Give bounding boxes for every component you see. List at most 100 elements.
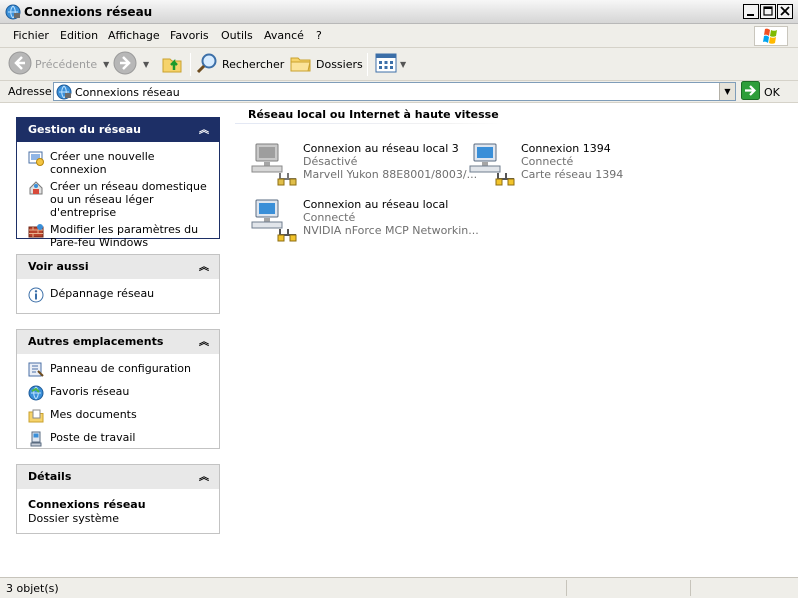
task-label: Dépannage réseau bbox=[50, 287, 155, 300]
address-bar: Adresse Connexions réseau ▼ OK bbox=[0, 81, 798, 103]
connection-device: NVIDIA nForce MCP Networkin... bbox=[303, 224, 479, 237]
menu-help[interactable]: ? bbox=[316, 29, 322, 42]
menu-favoris[interactable]: Favoris bbox=[170, 29, 209, 42]
connection-name: Connexion au réseau local 3 bbox=[303, 142, 459, 155]
views-dropdown-icon[interactable]: ▼ bbox=[400, 60, 406, 69]
task-home-network[interactable]: Créer un réseau domestique ou un réseau … bbox=[28, 180, 209, 219]
title-bar: Connexions réseau bbox=[0, 0, 798, 24]
home-network-icon bbox=[28, 180, 44, 196]
firewall-icon bbox=[28, 223, 44, 239]
lan-connected-icon bbox=[250, 196, 298, 244]
window-title: Connexions réseau bbox=[24, 5, 153, 19]
connection-status: Connecté bbox=[521, 155, 574, 168]
connection-device: Marvell Yukon 88E8001/8003/... bbox=[303, 168, 478, 181]
details-title: Détails bbox=[28, 470, 72, 483]
group-divider bbox=[235, 123, 503, 124]
up-folder-button[interactable] bbox=[160, 52, 184, 77]
network-tasks-header[interactable]: Gestion du réseau ︽ bbox=[17, 118, 219, 142]
menu-fichier[interactable]: Fichier bbox=[13, 29, 49, 42]
views-button[interactable]: ▼ bbox=[374, 52, 406, 77]
task-label: Créer un réseau domestique ou un réseau … bbox=[50, 180, 207, 219]
connection-status: Désactivé bbox=[303, 155, 358, 168]
details-item-name: Connexions réseau bbox=[28, 498, 146, 511]
forward-arrow-icon bbox=[113, 51, 137, 78]
new-connection-icon bbox=[28, 150, 44, 166]
task-label: Modifier les paramètres du Pare-feu Wind… bbox=[50, 223, 199, 249]
address-value: Connexions réseau bbox=[75, 86, 180, 99]
see-also-title: Voir aussi bbox=[28, 260, 89, 273]
place-label: Favoris réseau bbox=[50, 385, 130, 398]
place-my-computer[interactable]: Poste de travail bbox=[28, 431, 209, 447]
other-places-header[interactable]: Autres emplacements ︽ bbox=[17, 330, 219, 354]
up-folder-icon bbox=[160, 51, 184, 78]
group-title: Réseau local ou Internet à haute vitesse bbox=[248, 108, 499, 121]
search-button[interactable]: Rechercher bbox=[195, 52, 284, 77]
collapse-chevron-icon[interactable]: ︽ bbox=[197, 258, 211, 273]
info-icon bbox=[28, 287, 44, 303]
address-label: Adresse bbox=[8, 85, 52, 98]
lan-connected-icon bbox=[468, 140, 516, 188]
go-button[interactable]: OK bbox=[741, 81, 780, 103]
status-bar: 3 objet(s) bbox=[0, 577, 798, 598]
place-my-documents[interactable]: Mes documents bbox=[28, 408, 209, 424]
collapse-chevron-icon[interactable]: ︽ bbox=[197, 333, 211, 348]
other-places-panel: Autres emplacements ︽ Panneau de configu… bbox=[16, 329, 220, 449]
forward-button[interactable]: ▼ bbox=[113, 51, 149, 78]
see-also-panel: Voir aussi ︽ Dépannage réseau bbox=[16, 254, 220, 314]
connection-status: Connecté bbox=[303, 211, 356, 224]
see-also-header[interactable]: Voir aussi ︽ bbox=[17, 255, 219, 279]
collapse-chevron-icon[interactable]: ︽ bbox=[197, 121, 211, 136]
go-arrow-icon bbox=[741, 81, 760, 103]
place-label: Poste de travail bbox=[50, 431, 136, 444]
search-label: Rechercher bbox=[222, 58, 285, 71]
details-header[interactable]: Détails ︽ bbox=[17, 465, 219, 489]
views-icon bbox=[374, 51, 398, 78]
place-label: Panneau de configuration bbox=[50, 362, 192, 375]
my-computer-icon bbox=[28, 431, 44, 447]
task-label: Créer une nouvelle connexion bbox=[50, 150, 155, 176]
connection-item[interactable]: Connexion au réseau local 3 Désactivé Ma… bbox=[250, 140, 477, 190]
menu-affichage[interactable]: Affichage bbox=[108, 29, 160, 42]
back-dropdown-icon[interactable]: ▼ bbox=[103, 60, 109, 69]
folders-button[interactable]: Dossiers bbox=[289, 52, 363, 77]
minimize-button[interactable] bbox=[743, 4, 759, 19]
folders-icon bbox=[289, 51, 313, 78]
collapse-chevron-icon[interactable]: ︽ bbox=[197, 468, 211, 483]
lan-disabled-icon bbox=[250, 140, 298, 188]
place-label: Mes documents bbox=[50, 408, 137, 421]
other-places-title: Autres emplacements bbox=[28, 335, 164, 348]
place-control-panel[interactable]: Panneau de configuration bbox=[28, 362, 209, 378]
network-places-icon bbox=[28, 385, 44, 401]
connection-item[interactable]: Connexion 1394 Connecté Carte réseau 139… bbox=[468, 140, 683, 190]
menu-avance[interactable]: Avancé bbox=[264, 29, 304, 42]
details-item-type: Dossier système bbox=[28, 512, 120, 525]
connection-name: Connexion 1394 bbox=[521, 142, 611, 155]
connection-device: Carte réseau 1394 bbox=[521, 168, 624, 181]
folders-label: Dossiers bbox=[316, 58, 363, 71]
address-dropdown-icon[interactable]: ▼ bbox=[719, 83, 735, 100]
menu-outils[interactable]: Outils bbox=[221, 29, 253, 42]
search-icon bbox=[195, 51, 219, 78]
close-button[interactable] bbox=[777, 4, 793, 19]
task-create-connection[interactable]: Créer une nouvelle connexion bbox=[28, 150, 209, 176]
back-button[interactable]: Précédente ▼ bbox=[8, 51, 109, 77]
network-connections-icon bbox=[56, 84, 72, 100]
menu-edition[interactable]: Edition bbox=[60, 29, 98, 42]
back-label: Précédente bbox=[35, 58, 98, 71]
details-panel: Détails ︽ Connexions réseau Dossier syst… bbox=[16, 464, 220, 534]
menu-bar: Fichier Edition Affichage Favoris Outils… bbox=[0, 24, 798, 48]
task-network-troubleshoot[interactable]: Dépannage réseau bbox=[28, 287, 209, 303]
go-label: OK bbox=[764, 85, 780, 99]
network-tasks-title: Gestion du réseau bbox=[28, 123, 141, 136]
content-area: Gestion du réseau ︽ Créer une nouvelle c… bbox=[3, 103, 795, 577]
task-firewall-settings[interactable]: Modifier les paramètres du Pare-feu Wind… bbox=[28, 223, 209, 249]
network-tasks-panel: Gestion du réseau ︽ Créer une nouvelle c… bbox=[16, 117, 220, 249]
maximize-button[interactable] bbox=[760, 4, 776, 19]
connection-item[interactable]: Connexion au réseau local Connecté NVIDI… bbox=[250, 196, 479, 246]
documents-folder-icon bbox=[28, 408, 44, 424]
network-connections-icon bbox=[5, 4, 21, 20]
windows-logo-icon bbox=[754, 26, 788, 46]
address-input[interactable]: Connexions réseau ▼ bbox=[53, 82, 736, 101]
forward-dropdown-icon[interactable]: ▼ bbox=[143, 60, 149, 69]
place-network-places[interactable]: Favoris réseau bbox=[28, 385, 209, 401]
